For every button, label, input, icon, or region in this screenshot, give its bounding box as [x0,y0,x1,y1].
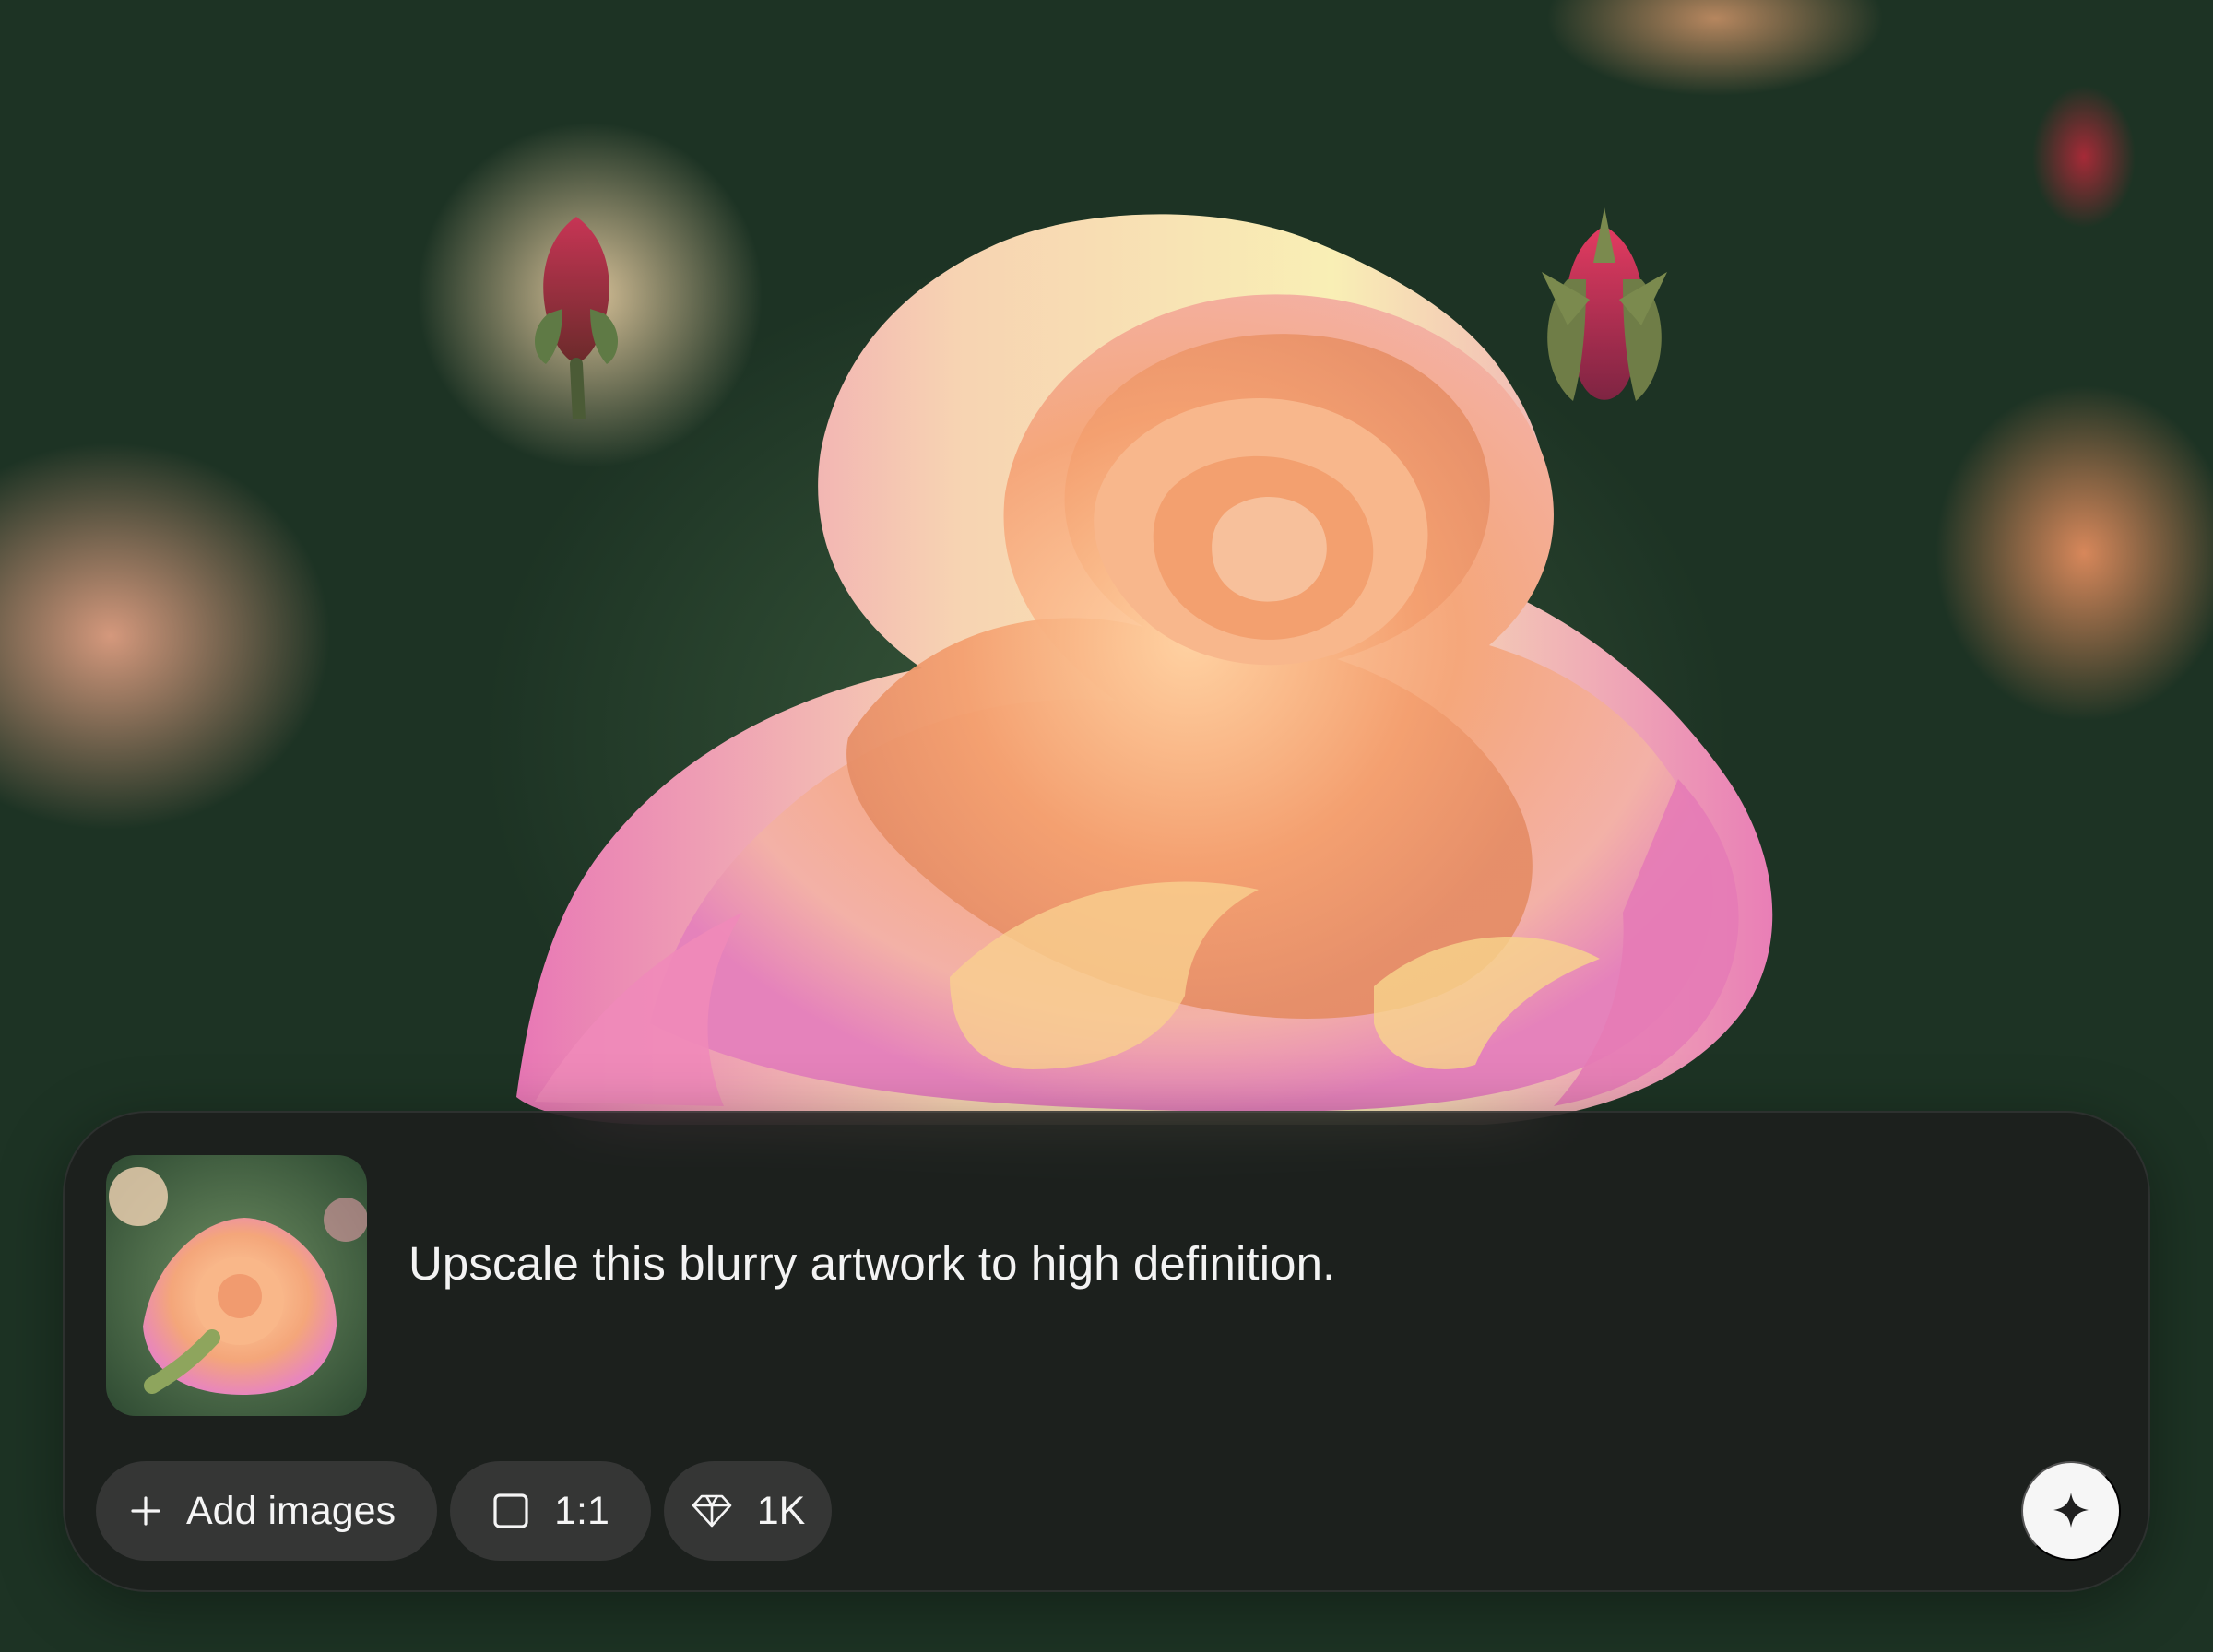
aspect-ratio-button[interactable]: 1:1 [450,1461,651,1561]
prompt-composer-panel: Upscale this blurry artwork to high defi… [63,1111,2150,1592]
add-images-button[interactable]: Add images [96,1461,437,1561]
composer-toolbar: Add images 1:1 1K [96,1461,832,1561]
plus-icon [129,1494,162,1528]
aspect-ratio-label: 1:1 [554,1488,609,1533]
main-rose-illustration [516,214,1773,1125]
resolution-label: 1K [756,1488,806,1533]
add-images-label: Add images [186,1488,396,1533]
square-icon [491,1492,530,1530]
sparkle-icon [2052,1491,2090,1532]
prompt-text[interactable]: Upscale this blurry artwork to high defi… [408,1240,1335,1287]
attached-image-thumbnail[interactable] [106,1155,367,1416]
resolution-button[interactable]: 1K [664,1461,832,1561]
generate-button[interactable] [2021,1461,2121,1561]
diamond-icon [691,1493,733,1529]
rose-thumbnail-icon [106,1155,367,1416]
app-root: Upscale this blurry artwork to high defi… [0,0,2213,1652]
